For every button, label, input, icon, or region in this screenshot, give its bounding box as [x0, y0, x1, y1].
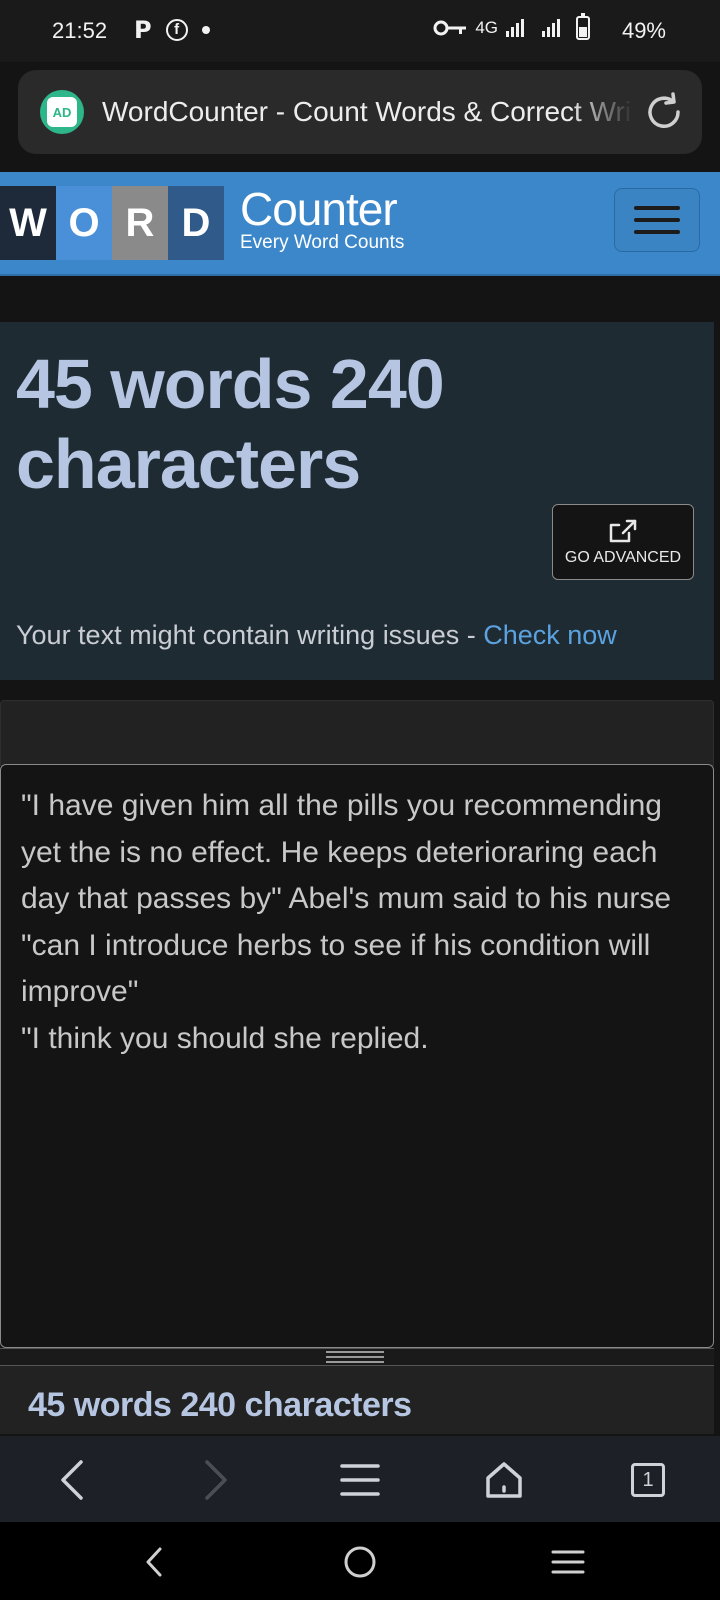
site-header: W O R D Counter Every Word Counts [0, 172, 720, 276]
reload-icon[interactable] [642, 90, 686, 134]
logo-letter-w: W [0, 186, 56, 260]
logo-letter-d: D [168, 186, 224, 260]
issues-text: Your text might contain writing issues - [16, 620, 484, 650]
home-icon [486, 1462, 522, 1498]
stats-card: 45 words 240 characters GO ADVANCED Your… [0, 322, 714, 680]
network-type: 4G [475, 18, 498, 37]
logo-wordmark[interactable]: Counter Every Word Counts [240, 186, 404, 254]
go-advanced-label: GO ADVANCED [564, 549, 682, 566]
menu-bar [634, 218, 680, 222]
back-arrow-icon [61, 1460, 83, 1500]
signal-1-icon [506, 19, 524, 37]
go-advanced-button[interactable]: GO ADVANCED [552, 504, 694, 580]
system-home-button[interactable] [338, 1540, 382, 1584]
external-link-icon [609, 519, 637, 543]
tabs-count-icon: 1 [631, 1463, 665, 1497]
editor-toolbar [0, 700, 714, 766]
back-button[interactable] [46, 1454, 98, 1506]
menu-bar [634, 206, 680, 210]
status-bar: 21:52 P f 4G 49% [0, 0, 720, 62]
system-back-button[interactable] [132, 1540, 176, 1584]
hamburger-menu-button[interactable] [614, 188, 700, 252]
p-notification-icon: P [134, 16, 152, 44]
system-recents-button[interactable] [546, 1540, 590, 1584]
browser-navigation-bar: 1 [0, 1436, 720, 1522]
hamburger-icon [340, 1464, 380, 1496]
forward-arrow-icon [205, 1460, 227, 1500]
tabs-count: 1 [642, 1468, 654, 1491]
editor-text[interactable]: "I have given him all the pills you reco… [21, 783, 693, 1062]
signal-2-icon [542, 19, 560, 37]
bottom-word-character-count: 45 words 240 characters [28, 1386, 412, 1424]
more-notifications-dot-icon [201, 26, 210, 34]
system-back-icon [146, 1547, 162, 1577]
tabs-button[interactable]: 1 [622, 1454, 674, 1506]
menu-bar [634, 230, 680, 234]
vpn-key-icon [433, 20, 467, 36]
logo-letter-o: O [56, 186, 112, 260]
home-button[interactable] [478, 1454, 530, 1506]
status-time: 21:52 [52, 18, 108, 43]
battery-percent: 49% [621, 18, 666, 43]
resize-handle-icon[interactable] [326, 1350, 384, 1364]
system-recents-icon [551, 1550, 585, 1574]
system-status-icons: 4G [433, 13, 590, 40]
battery-icon [576, 13, 590, 40]
site-logo[interactable]: W O R D [0, 186, 224, 260]
system-navigation-bar [0, 1522, 720, 1600]
forward-button[interactable] [190, 1454, 242, 1506]
writing-issues-notice: Your text might contain writing issues -… [16, 620, 617, 651]
notification-icons: P f [134, 16, 210, 44]
page-title[interactable]: WordCounter - Count Words & Correct Writ… [102, 96, 634, 128]
check-now-link[interactable]: Check now [483, 620, 617, 650]
text-input-area[interactable]: "I have given him all the pills you reco… [0, 764, 714, 1348]
adblock-shield-icon[interactable]: AD [40, 90, 84, 134]
logo-letter-r: R [112, 186, 168, 260]
system-home-icon [344, 1546, 376, 1578]
logo-tagline: Every Word Counts [240, 232, 405, 253]
facebook-icon: f [165, 19, 188, 41]
word-character-count-headline: 45 words 240 characters [16, 345, 445, 503]
menu-button[interactable] [334, 1454, 386, 1506]
adblock-badge: AD [47, 97, 77, 127]
browser-title-bar[interactable]: AD WordCounter - Count Words & Correct W… [18, 70, 702, 154]
logo-counter-text: Counter [240, 183, 398, 235]
